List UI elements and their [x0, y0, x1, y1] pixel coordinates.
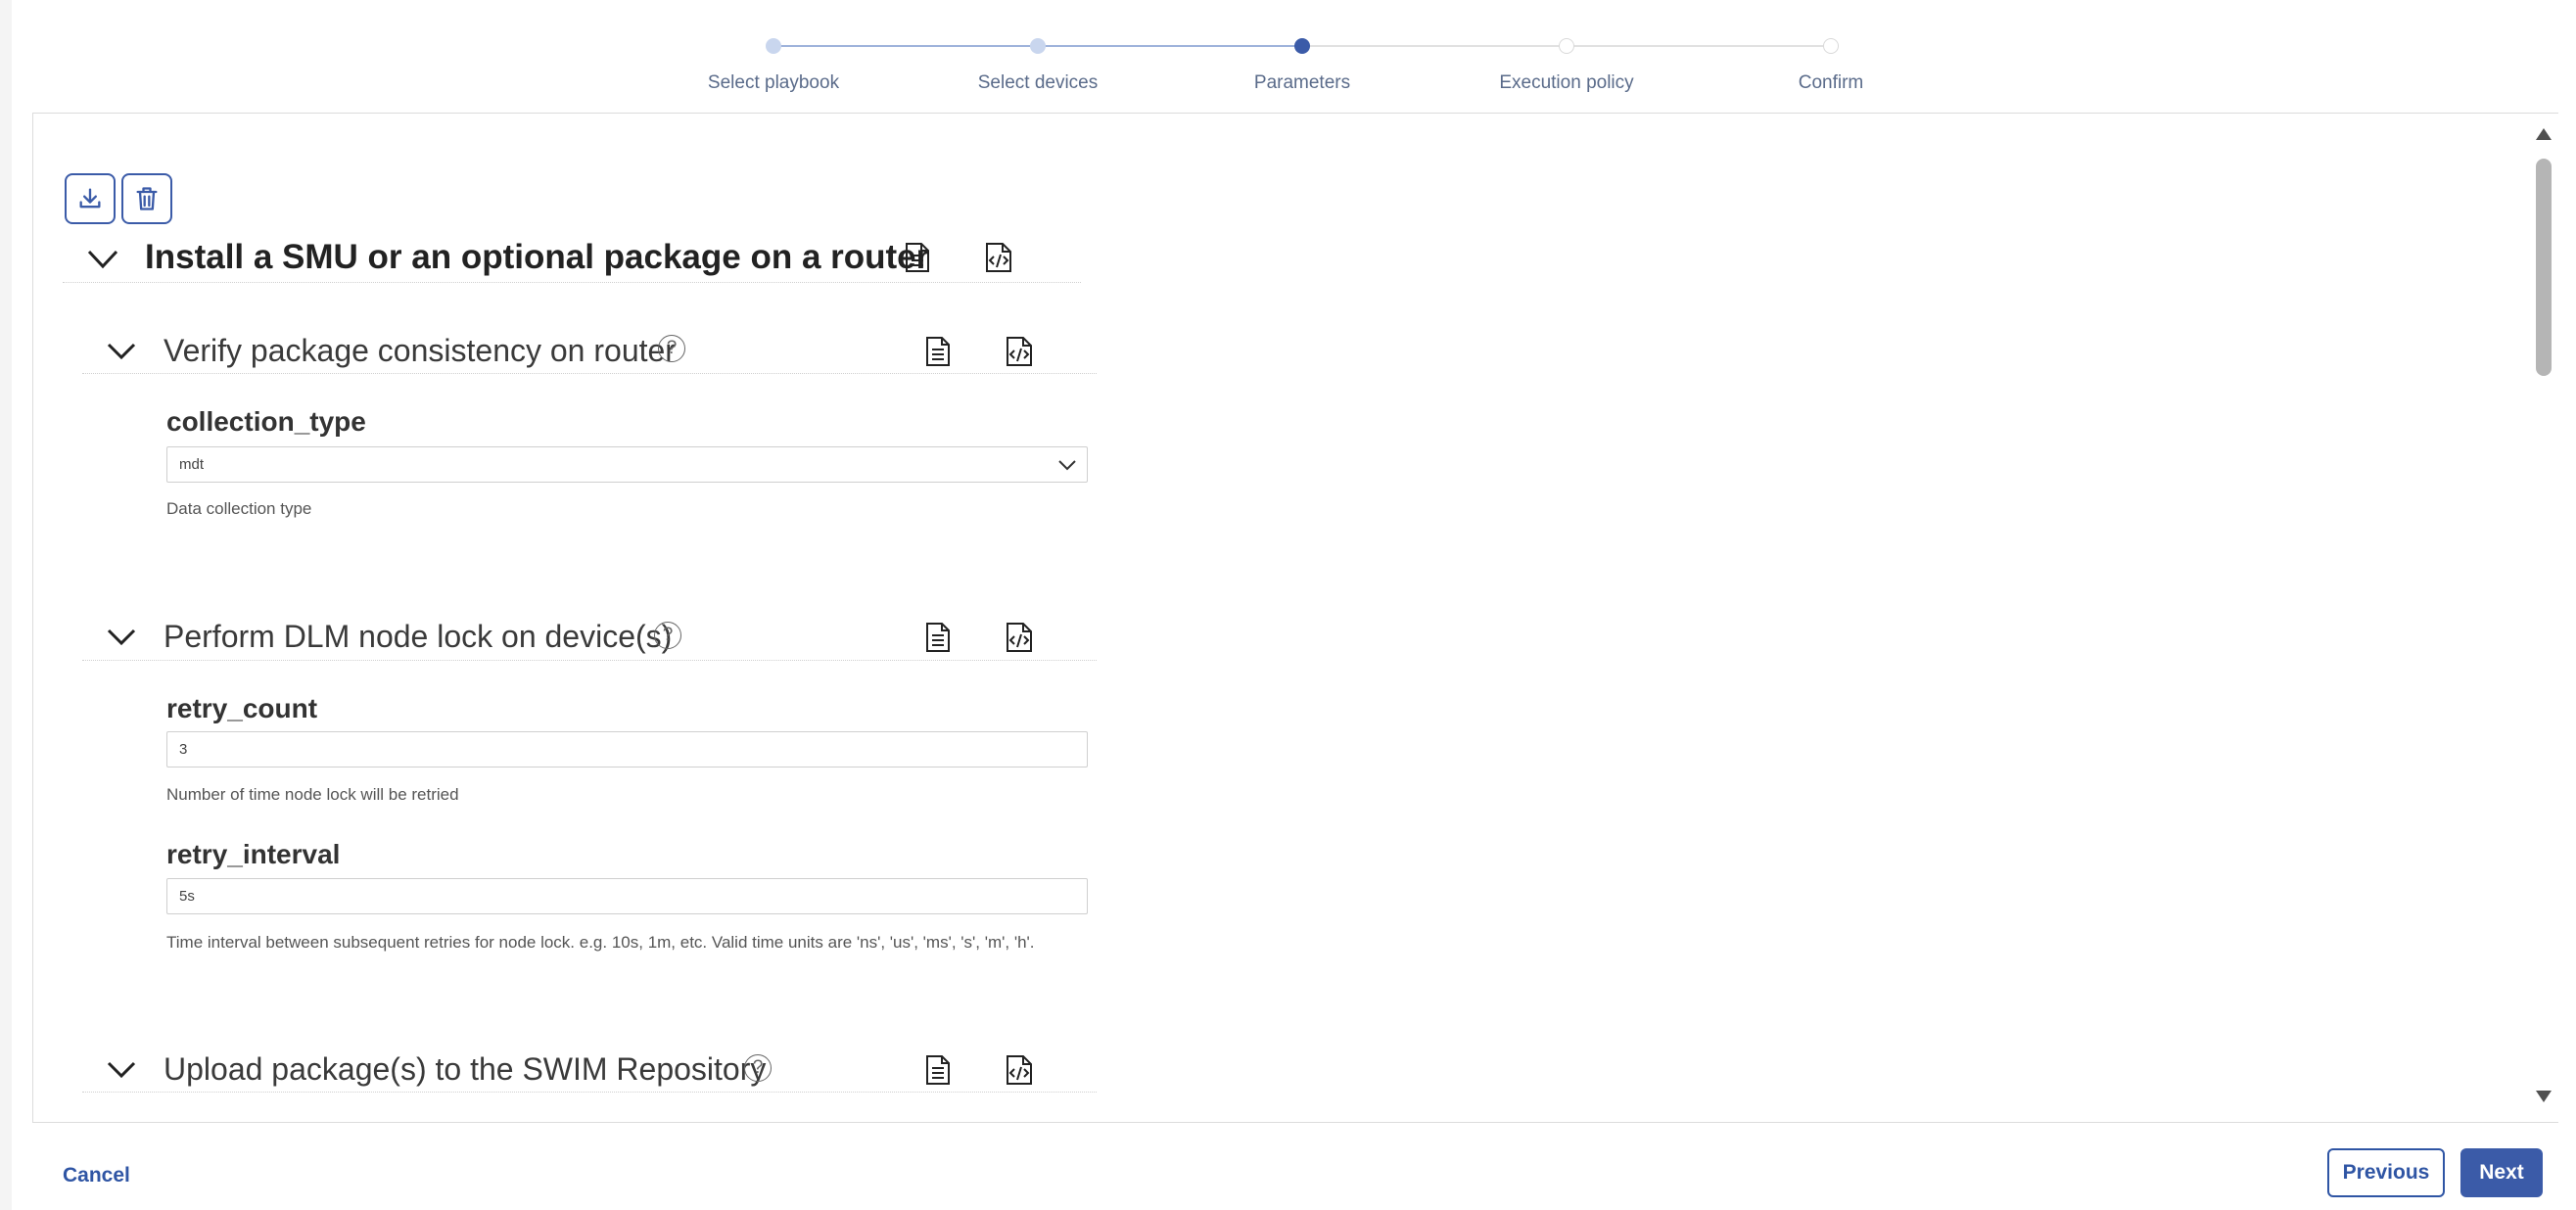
section-title-upload-package: Upload package(s) to the SWIM Repository [164, 1051, 767, 1087]
chevron-down-icon [1058, 460, 1076, 471]
separator [82, 373, 1097, 374]
scroll-up-arrow-icon[interactable] [2535, 127, 2553, 141]
field-label-collection-type: collection_type [166, 406, 366, 437]
step-label-select-devices[interactable]: Select devices [920, 72, 1155, 94]
left-edge-strip [0, 0, 12, 1210]
retry-interval-input[interactable] [166, 878, 1088, 914]
collapse-section-chevron-icon[interactable] [107, 342, 136, 361]
field-label-retry-count: retry_count [166, 693, 318, 723]
field-description-retry-interval: Time interval between subsequent retries… [166, 933, 1035, 952]
download-icon [79, 188, 101, 209]
document-icon[interactable] [905, 242, 930, 273]
document-icon[interactable] [925, 1054, 951, 1086]
collapse-section-chevron-icon[interactable] [107, 628, 136, 647]
collection-type-select[interactable]: mdt [166, 446, 1088, 483]
cancel-button[interactable]: Cancel [63, 1164, 130, 1187]
code-file-icon[interactable] [985, 242, 1012, 273]
step-label-parameters[interactable]: Parameters [1185, 72, 1420, 94]
help-icon[interactable]: ? [654, 622, 681, 649]
scroll-down-arrow-icon[interactable] [2535, 1090, 2553, 1103]
code-file-icon[interactable] [1006, 622, 1033, 653]
collapse-section-chevron-icon[interactable] [107, 1060, 136, 1080]
collection-type-value: mdt [179, 456, 205, 473]
step-label-confirm: Confirm [1798, 72, 1864, 93]
vertical-scrollbar[interactable] [2526, 113, 2558, 1123]
field-description-collection-type: Data collection type [166, 499, 312, 518]
step-dot-confirm [1823, 38, 1839, 54]
help-icon[interactable]: ? [744, 1054, 772, 1082]
wizard-stepper: Select playbook Select devices Parameter… [0, 0, 2576, 113]
field-label-retry-interval: retry_interval [166, 839, 341, 869]
collapse-playbook-chevron-icon[interactable] [87, 249, 118, 270]
help-icon[interactable]: ? [658, 335, 685, 362]
next-button[interactable]: Next [2460, 1148, 2543, 1197]
step-dot-select-playbook[interactable] [766, 38, 781, 54]
parameters-panel: Install a SMU or an optional package on … [32, 113, 2558, 1123]
step-dot-execution-policy [1559, 38, 1574, 54]
download-button[interactable] [65, 173, 116, 224]
step-label-select-playbook[interactable]: Select playbook [656, 72, 891, 94]
step-label-execution-policy: Execution policy [1499, 72, 1634, 93]
step-dot-parameters[interactable] [1294, 38, 1310, 54]
retry-count-input[interactable] [166, 731, 1088, 768]
section-title-dlm-node-lock: Perform DLM node lock on device(s) [164, 619, 673, 654]
previous-button[interactable]: Previous [2327, 1148, 2445, 1197]
section-title-verify-package: Verify package consistency on router [164, 333, 676, 368]
separator [82, 1092, 1097, 1093]
document-icon[interactable] [925, 622, 951, 653]
step-dot-select-devices[interactable] [1030, 38, 1046, 54]
separator [63, 282, 1081, 283]
code-file-icon[interactable] [1006, 1054, 1033, 1086]
scroll-thumb[interactable] [2536, 159, 2552, 376]
document-icon[interactable] [925, 336, 951, 367]
code-file-icon[interactable] [1006, 336, 1033, 367]
separator [82, 660, 1097, 661]
playbook-title: Install a SMU or an optional package on … [145, 238, 930, 276]
trash-icon [136, 187, 158, 210]
field-description-retry-count: Number of time node lock will be retried [166, 785, 459, 804]
delete-button[interactable] [121, 173, 172, 224]
